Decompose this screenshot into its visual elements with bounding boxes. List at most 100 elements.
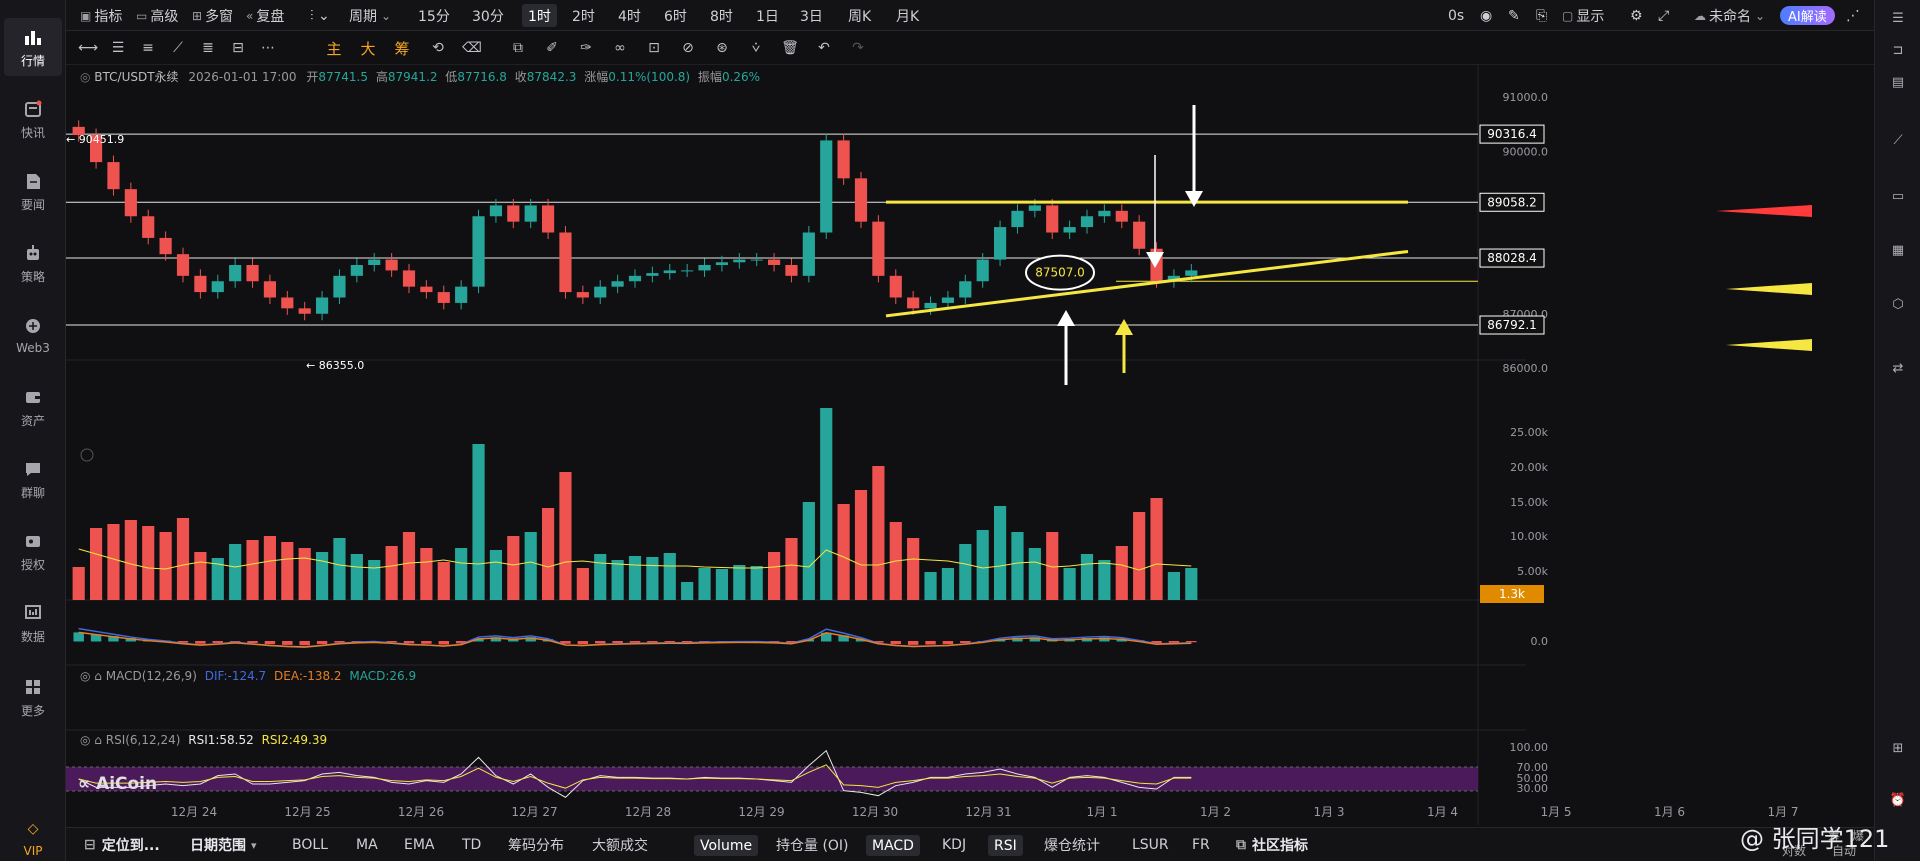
layout-dropdown[interactable]: ☁ 未命名 ⌄: [1694, 0, 1768, 31]
undo-icon[interactable]: ↶: [812, 31, 836, 65]
sidebar-item-market[interactable]: 行情: [4, 18, 62, 76]
pen-icon[interactable]: ✎: [1508, 0, 1520, 31]
indicator-large-trades[interactable]: 大额成交: [592, 828, 648, 861]
chart-area[interactable]: ◎ BTC/USDT永续 2026-01-01 17:00 开87741.5 高…: [66, 65, 1874, 825]
interval-3d[interactable]: 3日: [800, 0, 823, 31]
exchange-icon[interactable]: ⇄: [1888, 358, 1908, 378]
trendline-tool-icon[interactable]: ⟋: [166, 31, 190, 65]
chart-type-button[interactable]: ⫶ ⌄: [310, 0, 330, 31]
replay-button[interactable]: «复盘: [246, 0, 284, 31]
channel-tool-icon[interactable]: ≡: [136, 31, 160, 65]
bottom-toolbar: ⊟ 定位到... 日期范围 ▾ BOLL MA EMA TD 筹码分布 大额成交 V…: [66, 827, 1874, 861]
interval-1d[interactable]: 1日: [756, 0, 779, 31]
date-range-button[interactable]: 日期范围 ▾: [190, 828, 257, 861]
multi-window-button[interactable]: ⊞ 多窗: [192, 0, 233, 31]
alarm-icon[interactable]: ⏰: [1888, 790, 1908, 810]
etf-icon[interactable]: ▦: [1888, 240, 1908, 260]
share-link-icon[interactable]: ⎘: [1536, 0, 1547, 31]
display-button[interactable]: ▢ 显示: [1562, 0, 1604, 31]
sidebar-item-flash[interactable]: 快讯: [4, 90, 62, 148]
indicator-ema[interactable]: EMA: [404, 828, 435, 861]
multi-line-tool-icon[interactable]: ☰: [106, 31, 130, 65]
ai-interpret-button[interactable]: AI解读: [1780, 6, 1835, 25]
external-link-icon: ⧉: [1236, 837, 1246, 853]
fullscreen-icon[interactable]: ⤢: [1658, 0, 1669, 31]
indicator-boll[interactable]: BOLL: [292, 828, 328, 861]
redo-icon[interactable]: ↷: [846, 31, 870, 65]
community-indicator-button[interactable]: ⧉ 社区指标: [1236, 828, 1308, 861]
main-chart-button[interactable]: 主: [322, 31, 346, 65]
candle-body: [263, 281, 277, 298]
camera-icon[interactable]: ◉: [1480, 0, 1492, 31]
parallel-tool-icon[interactable]: ≣: [196, 31, 220, 65]
indicator-td[interactable]: TD: [462, 828, 481, 861]
horizontal-line-tool-icon[interactable]: ⟷: [76, 31, 100, 65]
candle-body: [993, 227, 1007, 260]
settings-gear-icon[interactable]: ⚙: [1630, 0, 1643, 31]
indicator-liquidation[interactable]: 爆仓统计: [1044, 828, 1100, 861]
more-menu-icon[interactable]: ☰: [1888, 8, 1908, 28]
rsi-info: ◎ ⌂ RSI(6,12,24) RSI1:58.52 RSI2:49.39: [80, 733, 327, 747]
indicator-volume[interactable]: Volume: [694, 835, 759, 856]
advanced-button[interactable]: ▭ 高级: [136, 0, 178, 31]
indicator-macd[interactable]: MACD: [866, 835, 920, 856]
indicator-rsi[interactable]: RSI: [988, 835, 1023, 856]
interval-2h[interactable]: 2时: [572, 0, 595, 31]
candle-body: [159, 237, 172, 255]
share-icon[interactable]: ⋰: [1846, 0, 1860, 31]
indicator-open-interest[interactable]: 持仓量 (OI): [776, 828, 849, 861]
highlighter-icon[interactable]: ✑: [574, 31, 598, 65]
brush-icon[interactable]: ✐: [540, 31, 564, 65]
interval-30m[interactable]: 30分: [472, 0, 504, 31]
more-tools-icon[interactable]: ⋯: [256, 31, 280, 65]
indicator-button[interactable]: ▣ 指标: [80, 0, 122, 31]
hex-icon[interactable]: ⬡: [1888, 294, 1908, 314]
volume-bar: [263, 536, 277, 600]
magnet-icon[interactable]: ⊘: [676, 31, 700, 65]
indicator-ma[interactable]: MA: [356, 828, 378, 861]
interval-6h[interactable]: 6时: [664, 0, 687, 31]
interval-1h[interactable]: 1时: [522, 4, 557, 27]
sidebar-item-news[interactable]: 要闻: [4, 162, 62, 220]
locate-button[interactable]: ⊟ 定位到...: [84, 828, 160, 861]
volume-bar: [941, 568, 955, 600]
indicator-lsur[interactable]: LSUR: [1132, 828, 1169, 861]
sidebar-toggle-icon[interactable]: ⊐: [1888, 40, 1908, 60]
macd-axis-tick: 0.0: [1531, 635, 1549, 648]
anchor-icon[interactable]: ⊛: [710, 31, 734, 65]
interval-week[interactable]: 周K: [848, 0, 871, 31]
interval-4h[interactable]: 4时: [618, 0, 641, 31]
sidebar-item-more[interactable]: 更多: [4, 668, 62, 726]
monitor-icon[interactable]: ▭: [1888, 186, 1908, 206]
layout-icon[interactable]: ⊞: [1888, 738, 1908, 758]
erase-lines-icon[interactable]: ⌫: [460, 31, 484, 65]
period-dropdown[interactable]: 周期 ⌄: [349, 0, 394, 31]
sidebar-item-strategy[interactable]: 策略: [4, 234, 62, 292]
sidebar-item-assets[interactable]: 资产: [4, 378, 62, 436]
sidebar-item-label: 策略: [20, 269, 45, 284]
measure-tool-icon[interactable]: ⊟: [226, 31, 250, 65]
big-order-button[interactable]: 大: [356, 31, 380, 65]
trend-icon[interactable]: ⟋: [1888, 130, 1908, 150]
copy-icon[interactable]: ⧉: [506, 31, 530, 65]
price-chart-svg[interactable]: 91000.090000.087000.086000.090316.489058…: [66, 65, 1874, 825]
sidebar-item-data[interactable]: 数据: [4, 594, 62, 652]
filter-icon[interactable]: ⩒: [744, 31, 768, 65]
order-book-icon[interactable]: ▤: [1888, 72, 1908, 92]
sidebar-item-chat[interactable]: 群聊: [4, 450, 62, 508]
vip-button[interactable]: ◇ VIP: [4, 818, 62, 858]
indicator-kdj[interactable]: KDJ: [942, 828, 966, 861]
macd-histogram-bar: [403, 641, 415, 644]
chips-button[interactable]: 筹: [390, 31, 414, 65]
link-icon[interactable]: ∞: [608, 31, 632, 65]
trash-icon[interactable]: 🗑: [778, 31, 802, 65]
indicator-fr[interactable]: FR: [1192, 828, 1210, 861]
interval-8h[interactable]: 8时: [710, 0, 733, 31]
interval-month[interactable]: 月K: [896, 0, 919, 31]
draw-settings-icon[interactable]: ⟲: [426, 31, 450, 65]
interval-15m[interactable]: 15分: [418, 0, 450, 31]
indicator-chip-distribution[interactable]: 筹码分布: [508, 828, 564, 861]
sidebar-item-auth[interactable]: 授权: [4, 522, 62, 580]
lock-icon[interactable]: ⊡: [642, 31, 666, 65]
sidebar-item-web3[interactable]: Web3: [4, 306, 62, 364]
